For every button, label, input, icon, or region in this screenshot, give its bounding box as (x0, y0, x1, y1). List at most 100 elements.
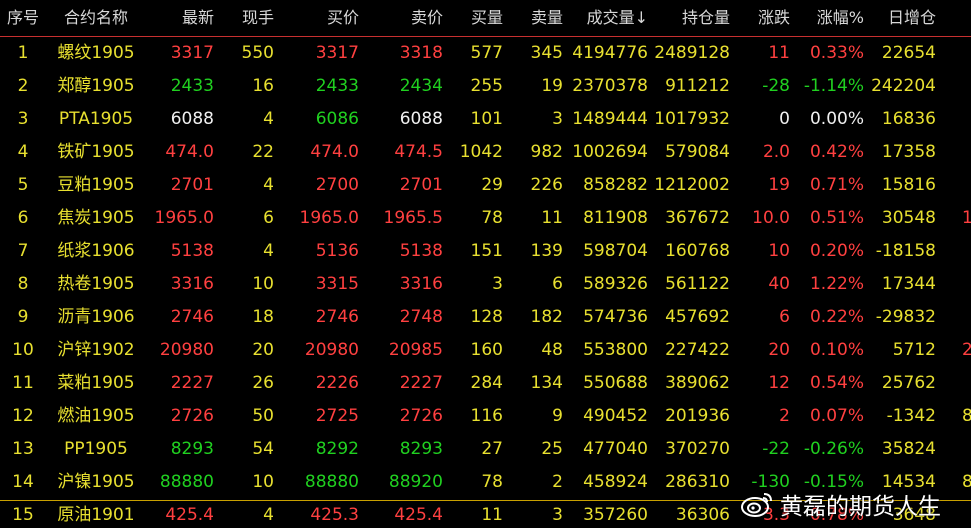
table-row[interactable]: 2 郑醇1905 2433 16 2433 2434 255 19 2370378 911212 -… (0, 70, 971, 103)
row-askv: 3 (552, 505, 563, 525)
row-last: 425.4 (165, 505, 214, 525)
row-oi: 36306 (675, 505, 730, 525)
header-bid[interactable]: 买价 (278, 0, 359, 36)
row-oi: 389062 (665, 373, 730, 393)
row-bidv: 27 (481, 439, 503, 459)
row-vol: 6 (263, 208, 274, 228)
header-oi[interactable]: 持仓量 (652, 0, 730, 36)
table-row[interactable]: 1 螺纹1905 3317 550 3317 3318 577 345 4194776 24891… (0, 37, 971, 70)
row-askv: 139 (530, 241, 563, 261)
row-name: 郑醇1905 (57, 76, 135, 96)
row-bid: 1965.0 (299, 208, 359, 228)
row-bid: 88880 (304, 472, 359, 492)
table-row[interactable]: 13 PP1905 8293 54 8292 8293 27 25 477040 370270 -2… (0, 433, 971, 466)
row-pct: 0.00% (809, 109, 864, 129)
table-row[interactable]: 3 PTA1905 6088 4 6086 6088 101 3 1489444 1017932 0… (0, 103, 971, 136)
table-row[interactable]: 8 热卷1905 3316 10 3315 3316 3 6 589326 561122 40 1.2… (0, 268, 971, 301)
row-oi: 1212002 (654, 175, 730, 195)
row-bid: 474.0 (310, 142, 359, 162)
header-pct[interactable]: 涨幅% (794, 0, 864, 36)
row-doi: 5712 (892, 340, 936, 360)
row-vol: 26 (252, 373, 274, 393)
row-askv: 9 (552, 406, 563, 426)
header-ask[interactable]: 卖价 (363, 0, 443, 36)
row-no: 1 (17, 43, 29, 63)
header-last[interactable]: 最新 (146, 0, 214, 36)
row-no: 15 (12, 505, 34, 525)
row-turnover: 490452 (583, 406, 648, 426)
header-bidv[interactable]: 买量 (447, 0, 503, 36)
row-askv: 25 (541, 439, 563, 459)
row-bid: 2700 (315, 175, 359, 195)
row-ask: 474.5 (394, 142, 443, 162)
row-oi: 1017932 (654, 109, 730, 129)
row-ask: 3318 (399, 43, 443, 63)
header-chg[interactable]: 涨跌 (734, 0, 790, 36)
row-bid: 2725 (315, 406, 359, 426)
row-bidv: 577 (470, 43, 503, 63)
row-no: 10 (12, 340, 34, 360)
row-pct: 0.42% (809, 142, 864, 162)
table-row[interactable]: 9 沥青1906 2746 18 2746 2748 128 182 574736 457692 6… (0, 301, 971, 334)
header-no[interactable]: 序号 (0, 0, 46, 36)
row-name: 沥青1906 (57, 307, 135, 327)
watermark-text: 黄磊的期货人生 (780, 494, 941, 520)
row-turnover: 2370378 (572, 76, 648, 96)
row-chg: -22 (762, 439, 790, 459)
row-bid: 2433 (315, 76, 359, 96)
row-doi: 30548 (881, 208, 936, 228)
header-name[interactable]: 合约名称 (46, 0, 146, 36)
row-no: 4 (17, 142, 29, 162)
weibo-icon (741, 493, 772, 517)
row-vol: 10 (252, 274, 274, 294)
row-doi: -18158 (875, 241, 936, 261)
row-askv: 134 (530, 373, 563, 393)
row-last: 2746 (170, 307, 214, 327)
row-name: 热卷1905 (57, 274, 135, 294)
row-oi: 227422 (665, 340, 730, 360)
row-no: 12 (12, 406, 34, 426)
row-pct: 1.22% (809, 274, 864, 294)
row-vol: 18 (252, 307, 274, 327)
row-askv: 982 (530, 142, 563, 162)
row-turnover: 598704 (583, 241, 648, 261)
header-turnover[interactable]: 成交量↓ (567, 0, 648, 36)
row-ask: 2726 (399, 406, 443, 426)
row-chg: 40 (768, 274, 790, 294)
row-bid: 425.3 (310, 505, 359, 525)
row-overflow: 1 (962, 208, 971, 228)
row-turnover: 589326 (583, 274, 648, 294)
table-row[interactable]: 6 焦炭1905 1965.0 6 1965.0 1965.5 78 11 811908 3676… (0, 202, 971, 235)
table-row[interactable]: 5 豆粕1905 2701 4 2700 2701 29 226 858282 1212002 19… (0, 169, 971, 202)
row-askv: 6 (552, 274, 563, 294)
row-name: 焦炭1905 (57, 208, 135, 228)
row-oi: 201936 (665, 406, 730, 426)
row-chg: 2.0 (762, 142, 790, 162)
row-vol: 50 (252, 406, 274, 426)
row-no: 5 (17, 175, 29, 195)
table-row[interactable]: 11 菜粕1905 2227 26 2226 2227 284 134 550688 389062… (0, 367, 971, 400)
table-row[interactable]: 4 铁矿1905 474.0 22 474.0 474.5 1042 982 1002694 57… (0, 136, 971, 169)
row-oi: 911212 (665, 76, 730, 96)
row-askv: 3 (552, 109, 563, 129)
row-pct: 0.10% (809, 340, 864, 360)
header-doi[interactable]: 日增仓 (868, 0, 936, 36)
row-oi: 561122 (665, 274, 730, 294)
row-ask: 2748 (399, 307, 443, 327)
row-last: 6088 (170, 109, 214, 129)
row-oi: 370270 (665, 439, 730, 459)
watermark: 黄磊的期货人生 (740, 484, 941, 524)
row-askv: 226 (530, 175, 563, 195)
header-vol[interactable]: 现手 (218, 0, 274, 36)
row-name: 豆粕1905 (57, 175, 135, 195)
row-turnover: 1489444 (572, 109, 648, 129)
row-askv: 11 (541, 208, 563, 228)
row-overflow: 2 (962, 340, 971, 360)
table-row[interactable]: 12 燃油1905 2726 50 2725 2726 116 9 490452 201936 2 0… (0, 400, 971, 433)
table-row[interactable]: 7 纸浆1906 5138 4 5136 5138 151 139 598704 160768 10… (0, 235, 971, 268)
row-no: 9 (17, 307, 29, 327)
row-bidv: 151 (470, 241, 503, 261)
row-last: 2701 (170, 175, 214, 195)
table-row[interactable]: 10 沪锌1902 20980 20 20980 20985 160 48 553800 2274… (0, 334, 971, 367)
header-askv[interactable]: 卖量 (507, 0, 563, 36)
